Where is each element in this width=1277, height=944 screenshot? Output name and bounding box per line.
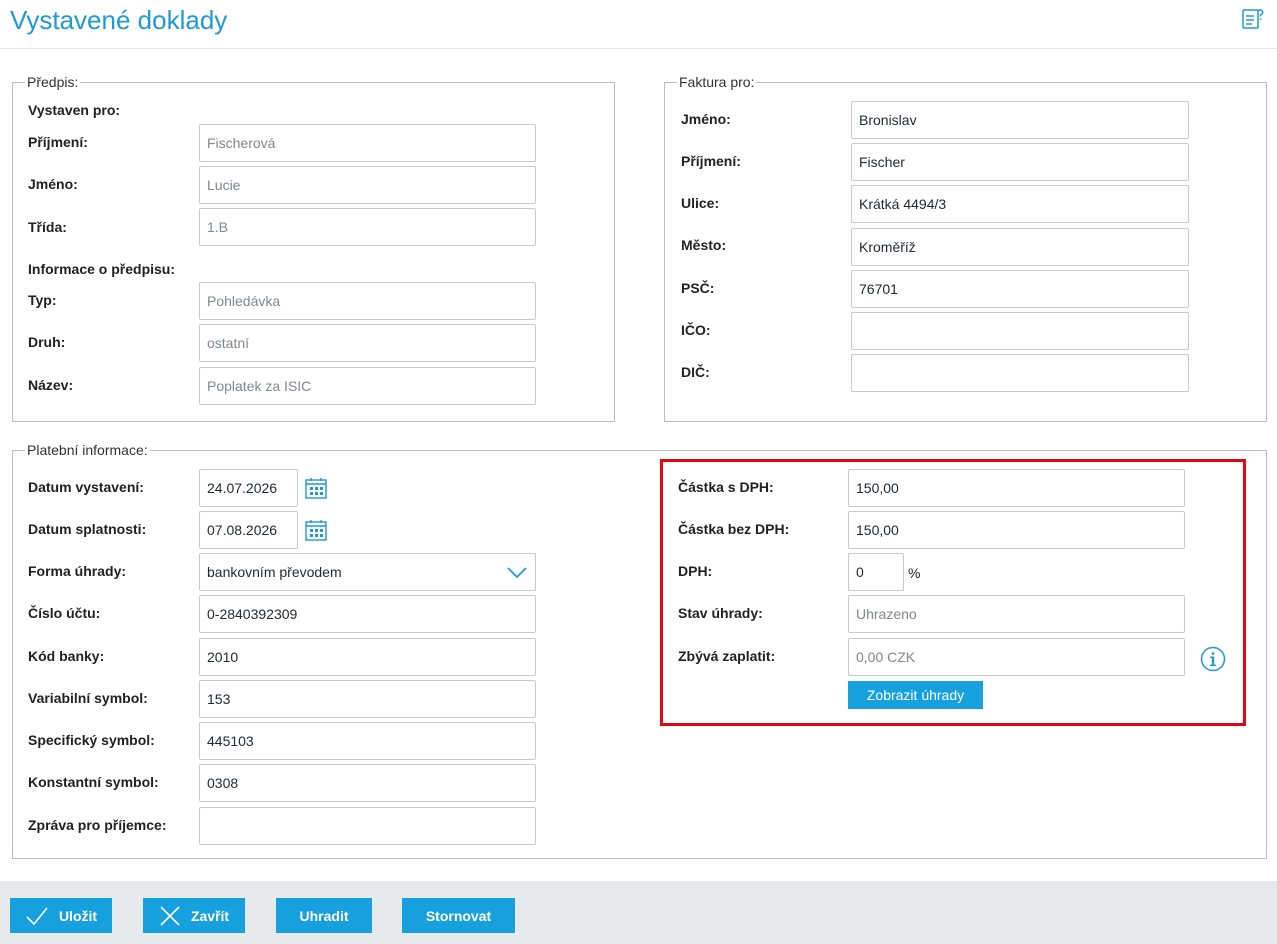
- ico-label: IČO:: [681, 322, 711, 338]
- forma-uhrady-select[interactable]: bankovním převodem: [199, 553, 536, 591]
- chevron-down-icon: [507, 567, 527, 579]
- zprava-field[interactable]: [199, 807, 536, 845]
- druh-field[interactable]: ostatní: [199, 324, 536, 362]
- platebni-legend: Platební informace:: [27, 442, 148, 458]
- nazev-label: Název:: [28, 377, 74, 393]
- faktura-jmeno-label: Jméno:: [681, 111, 731, 127]
- castka-bez-dph-field[interactable]: 150,00: [848, 511, 1185, 549]
- calendar-icon[interactable]: [304, 476, 328, 500]
- checkmark-icon: [26, 906, 48, 925]
- faktura-prijmeni-label: Příjmení:: [681, 153, 741, 169]
- info-icon[interactable]: [1200, 646, 1226, 672]
- stav-uhrady-field[interactable]: Uhrazeno: [848, 595, 1185, 633]
- typ-field[interactable]: Pohledávka: [199, 282, 536, 320]
- trida-label: Třída:: [28, 219, 67, 235]
- ulozit-label: Uložit: [58, 907, 98, 924]
- mesto-label: Město:: [681, 237, 727, 253]
- faktura-legend: Faktura pro:: [679, 74, 755, 90]
- ulozit-button[interactable]: Uložit: [10, 898, 112, 933]
- datum-splatnosti-label: Datum splatnosti:: [28, 521, 147, 537]
- uhradit-button[interactable]: Uhradit: [276, 898, 372, 933]
- cislo-uctu-field[interactable]: 0-2840392309: [199, 595, 536, 633]
- nazev-field[interactable]: Poplatek za ISIC: [199, 367, 536, 405]
- stav-uhrady-label: Stav úhrady:: [678, 605, 763, 621]
- typ-label: Typ:: [28, 292, 57, 308]
- specificky-symbol-label: Specifický symbol:: [28, 732, 155, 748]
- kod-banky-field[interactable]: 2010: [199, 638, 536, 676]
- vystaven-pro-heading: Vystaven pro:: [28, 102, 121, 118]
- predpis-jmeno-label: Jméno:: [28, 176, 78, 192]
- dph-percent-unit: %: [908, 565, 921, 581]
- kod-banky-label: Kód banky:: [28, 648, 105, 664]
- datum-vystaveni-label: Datum vystavení:: [28, 479, 144, 495]
- predpis-legend: Předpis:: [27, 74, 79, 90]
- zbyva-zaplatit-field[interactable]: 0,00 CZK: [848, 638, 1185, 676]
- predpis-prijmeni-label: Příjmení:: [28, 134, 88, 150]
- mesto-field[interactable]: Kroměříž: [851, 228, 1189, 266]
- page-header: Vystavené doklady: [0, 0, 1277, 49]
- zbyva-zaplatit-label: Zbývá zaplatit:: [678, 648, 776, 664]
- dph-field[interactable]: 0: [848, 553, 904, 591]
- castka-s-dph-label: Částka s DPH:: [678, 479, 774, 495]
- dic-label: DIČ:: [681, 364, 710, 380]
- konstantni-symbol-field[interactable]: 0308: [199, 764, 536, 802]
- page-title: Vystavené doklady: [10, 5, 228, 35]
- cislo-uctu-label: Číslo účtu:: [28, 605, 101, 621]
- zobrazit-uhrady-button[interactable]: Zobrazit úhrady: [848, 681, 983, 709]
- dic-field[interactable]: [851, 354, 1189, 392]
- stornovat-label: Stornovat: [425, 907, 492, 924]
- forma-uhrady-label: Forma úhrady:: [28, 563, 127, 579]
- datum-vystaveni-field[interactable]: 24.07.2026: [199, 469, 298, 507]
- castka-bez-dph-label: Částka bez DPH:: [678, 521, 790, 537]
- zavrit-label: Zavřít: [190, 907, 230, 924]
- predpis-jmeno-field[interactable]: Lucie: [199, 166, 536, 204]
- zprava-label: Zpráva pro příjemce:: [28, 817, 167, 833]
- calendar-icon[interactable]: [304, 518, 328, 542]
- specificky-symbol-field[interactable]: 445103: [199, 722, 536, 760]
- predpis-prijmeni-field[interactable]: Fischerová: [199, 124, 536, 162]
- informace-heading: Informace o předpisu:: [28, 261, 176, 277]
- faktura-prijmeni-field[interactable]: Fischer: [851, 143, 1189, 181]
- uhradit-label: Uhradit: [299, 907, 349, 924]
- trida-field[interactable]: 1.B: [199, 208, 536, 246]
- variabilni-symbol-field[interactable]: 153: [199, 680, 536, 718]
- dph-label: DPH:: [678, 563, 713, 579]
- ico-field[interactable]: [851, 312, 1189, 350]
- castka-s-dph-field[interactable]: 150,00: [848, 469, 1185, 507]
- datum-splatnosti-field[interactable]: 07.08.2026: [199, 511, 298, 549]
- psc-label: PSČ:: [681, 280, 715, 296]
- close-icon: [160, 905, 180, 926]
- ulice-label: Ulice:: [681, 195, 720, 211]
- stornovat-button[interactable]: Stornovat: [402, 898, 515, 933]
- konstantni-symbol-label: Konstantní symbol:: [28, 774, 159, 790]
- ulice-field[interactable]: Krátká 4494/3: [851, 185, 1189, 223]
- zavrit-button[interactable]: Zavřít: [143, 898, 245, 933]
- footer-toolbar: Uložit Zavřít Uhradit Stornovat: [0, 881, 1277, 944]
- psc-field[interactable]: 76701: [851, 270, 1189, 308]
- druh-label: Druh:: [28, 334, 66, 350]
- forma-uhrady-value: bankovním převodem: [207, 564, 342, 580]
- faktura-jmeno-field[interactable]: Bronislav: [851, 101, 1189, 139]
- variabilni-symbol-label: Variabilní symbol:: [28, 690, 148, 706]
- help-document-icon[interactable]: [1241, 7, 1265, 31]
